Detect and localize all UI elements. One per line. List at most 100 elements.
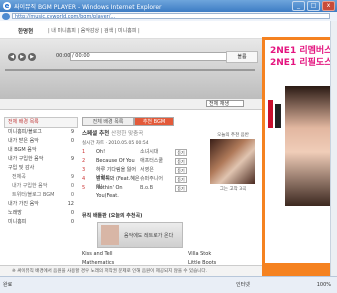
model-image <box>285 86 333 206</box>
track-row[interactable]: 4 잘해줘봐 (Feat.혜은이) 슈퍼주니어 듣기 <box>82 175 187 190</box>
main-toolbar: 전체 재생 <box>0 99 262 110</box>
sidebar-item[interactable]: 구입 및 감사 <box>4 164 78 173</box>
play-icon[interactable]: ▶ <box>18 53 26 61</box>
track-title: Because Of You <box>96 158 135 164</box>
close-button[interactable]: x <box>322 1 335 11</box>
track-listen-button[interactable]: 듣기 <box>175 176 187 183</box>
address-input[interactable]: http://music.cyworld.com/bgm/player/... <box>12 13 330 19</box>
lipstick-image <box>268 100 273 128</box>
section-subtitle: 산정한 맞춤곡 <box>111 131 144 137</box>
album-caption: 오늘의 추천 음반 <box>217 133 249 138</box>
track-title: 하루 기다림을 잃어버렸으 <box>96 167 136 181</box>
recommend-panel: 스페셜 추천 산정한 맞춤곡 실시간 차트 · 2010.05.05 00:54… <box>82 126 262 276</box>
prev-icon[interactable]: ◀ <box>8 53 16 61</box>
track-title: Nothin' On You(Feat. <box>96 185 123 199</box>
track-row[interactable]: 2 Because Of You 애프터스쿨 듣기 <box>82 157 187 165</box>
sidebar-item-count: 0 <box>70 219 74 225</box>
status-bar: 완료 인터넷 100% <box>0 276 337 293</box>
album-cover[interactable] <box>210 139 255 184</box>
track-title: 잘해줘봐 (Feat.혜은이) <box>96 176 140 190</box>
window-titlebar: e 싸이뮤직 BGM PLAYER - Windows Internet Exp… <box>0 0 337 12</box>
sidebar-item[interactable]: 내 BGM 음악 <box>4 146 78 155</box>
zoom-level[interactable]: 100% <box>317 277 331 293</box>
sidebar-item-label: 노래방 <box>8 210 22 216</box>
sidebar-item-count: 0 <box>70 210 74 216</box>
next-icon[interactable]: ▶ <box>28 53 36 61</box>
sidebar-list: 미니홈피/블로그 9 내가 받은 음악 0 내 BGM 음악 내가 구입한 음악 9 구입 및… <box>4 128 78 227</box>
volume-control[interactable]: 볼륨 <box>226 51 258 63</box>
track-listen-button[interactable]: 듣기 <box>175 149 187 156</box>
ad-line2: 2NE1 리필도스 <box>270 58 333 68</box>
sidebar-item[interactable]: 내가 가진 음악 12 <box>4 200 78 209</box>
now-playing-display <box>70 52 227 61</box>
sidebar-item[interactable]: 내가 구입한 음악 9 <box>4 155 78 164</box>
section-title: 스페셜 추천 산정한 맞춤곡 <box>82 129 143 137</box>
progress-bar[interactable] <box>5 69 255 71</box>
sidebar-header[interactable]: 전체 배경 목록 <box>4 117 78 128</box>
sidebar-item-label: 내가 구입한 음악 <box>8 156 44 162</box>
sidebar-item[interactable]: 노래방 0 <box>4 209 78 218</box>
track-listen-button[interactable]: 듣기 <box>175 158 187 165</box>
track-artist: 슈퍼주니어 <box>140 176 164 182</box>
tab-all-bgm[interactable]: 전체 배경 목록 <box>82 117 134 126</box>
sidebar-item-count: 0 <box>70 183 74 189</box>
window-title: 싸이뮤직 BGM PLAYER - Windows Internet Explo… <box>14 3 162 11</box>
status-text: 완료 <box>3 282 13 288</box>
music-player: ◀ ▶ ▶ 00:00 / 00:00 볼륨 <box>0 39 262 99</box>
sidebar-item-label: 트위터/블로그 BGM <box>12 192 55 198</box>
sidebar-item-count: 9 <box>70 174 74 180</box>
top-nav: 한명현 | 내 미니홈피 | 음악감상 | 검색 | 미니홈피 | <box>0 21 262 39</box>
banner-photo <box>101 225 119 245</box>
minimize-button[interactable]: _ <box>292 1 305 11</box>
track-number: 5 <box>82 185 86 191</box>
track-row[interactable]: 5 Nothin' On You(Feat. B.o.B 듣기 <box>82 184 187 199</box>
zone-text: 인터넷 <box>236 282 250 288</box>
banner-text: 음악에도 레트로가 온다 <box>124 233 174 239</box>
sidebar-item-count: 9 <box>70 129 74 135</box>
maximize-button[interactable]: □ <box>307 1 320 11</box>
sidebar-item-label: 내가 받은 음악 <box>8 138 39 144</box>
sidebar-item-count: 9 <box>70 156 74 162</box>
retro-banner[interactable]: 음악에도 레트로가 온다 <box>97 222 183 248</box>
chart-date: 실시간 차트 · 2010.05.05 00:54 <box>82 141 149 146</box>
track-row[interactable]: 3 하루 기다림을 잃어버렸으 서영은 듣기 <box>82 166 187 181</box>
sidebar-item-label: 미니홈피 <box>8 219 27 225</box>
tab-recommended-bgm[interactable]: 추천 BGM <box>134 117 174 126</box>
playlist-left: Kiss and Tell <box>82 251 113 257</box>
track-listen-button[interactable]: 듣기 <box>175 167 187 174</box>
battle-title: 뮤직 배틀판 (오늘의 추천곡) <box>82 213 143 219</box>
track-listen-button[interactable]: 듣기 <box>175 185 187 192</box>
play-time: 00:00 / 00:00 <box>56 53 90 59</box>
playlist-right: Villa Stok <box>188 251 212 257</box>
playlist-row[interactable]: Kiss and Tell Villa Stok <box>82 250 262 258</box>
sidebar-item[interactable]: 내가 구입한 음악 0 <box>4 182 78 191</box>
left-sidebar: 전체 배경 목록 미니홈피/블로그 9 내가 받은 음악 0 내 BGM 음악내가 구입… <box>4 117 78 267</box>
ad-inner: 2NE1 리멤버스 2NE1 리필도스 <box>265 40 334 263</box>
album-title[interactable]: 그는 고작 3곡 <box>202 186 264 192</box>
back-icon[interactable] <box>2 13 10 20</box>
track-number: 4 <box>82 176 86 182</box>
sidebar-item[interactable]: 트위터/블로그 BGM 0 <box>4 191 78 200</box>
sidebar-item-count: 0 <box>70 138 74 144</box>
ad-banner[interactable]: 2NE1 리멤버스 2NE1 리필도스 <box>262 37 337 276</box>
track-title: Oh! <box>96 149 106 155</box>
top-nav-links[interactable]: | 내 미니홈피 | 음악감상 | 검색 | 미니홈피 | <box>48 27 140 34</box>
user-name[interactable]: 한명현 <box>18 27 33 35</box>
sidebar-item-count: 0 <box>70 192 74 198</box>
track-artist: 서영은 <box>140 167 154 173</box>
sidebar-item[interactable]: 미니홈피 0 <box>4 218 78 227</box>
sidebar-item[interactable]: 내가 받은 음악 0 <box>4 137 78 146</box>
sidebar-item[interactable]: 미니홈피/블로그 9 <box>4 128 78 137</box>
player-controls: ◀ ▶ ▶ <box>8 53 36 61</box>
play-mode-select[interactable]: 전체 재생 <box>206 100 244 107</box>
sidebar-item-label: 내가 구입한 음악 <box>12 183 48 189</box>
vertical-scrollbar[interactable] <box>330 21 337 276</box>
track-artist: 애프터스쿨 <box>140 158 164 164</box>
lipstick-case-image <box>275 104 281 128</box>
track-number: 2 <box>82 158 86 164</box>
sidebar-item-label: 내가 가진 음악 <box>8 201 39 207</box>
section-title-text: 스페셜 추천 <box>82 131 110 137</box>
sidebar-item[interactable]: 전체곡 9 <box>4 173 78 182</box>
sidebar-item-label: 내 BGM 음악 <box>8 147 37 153</box>
track-row[interactable]: 1 Oh! 소녀시대 듣기 <box>82 148 187 156</box>
